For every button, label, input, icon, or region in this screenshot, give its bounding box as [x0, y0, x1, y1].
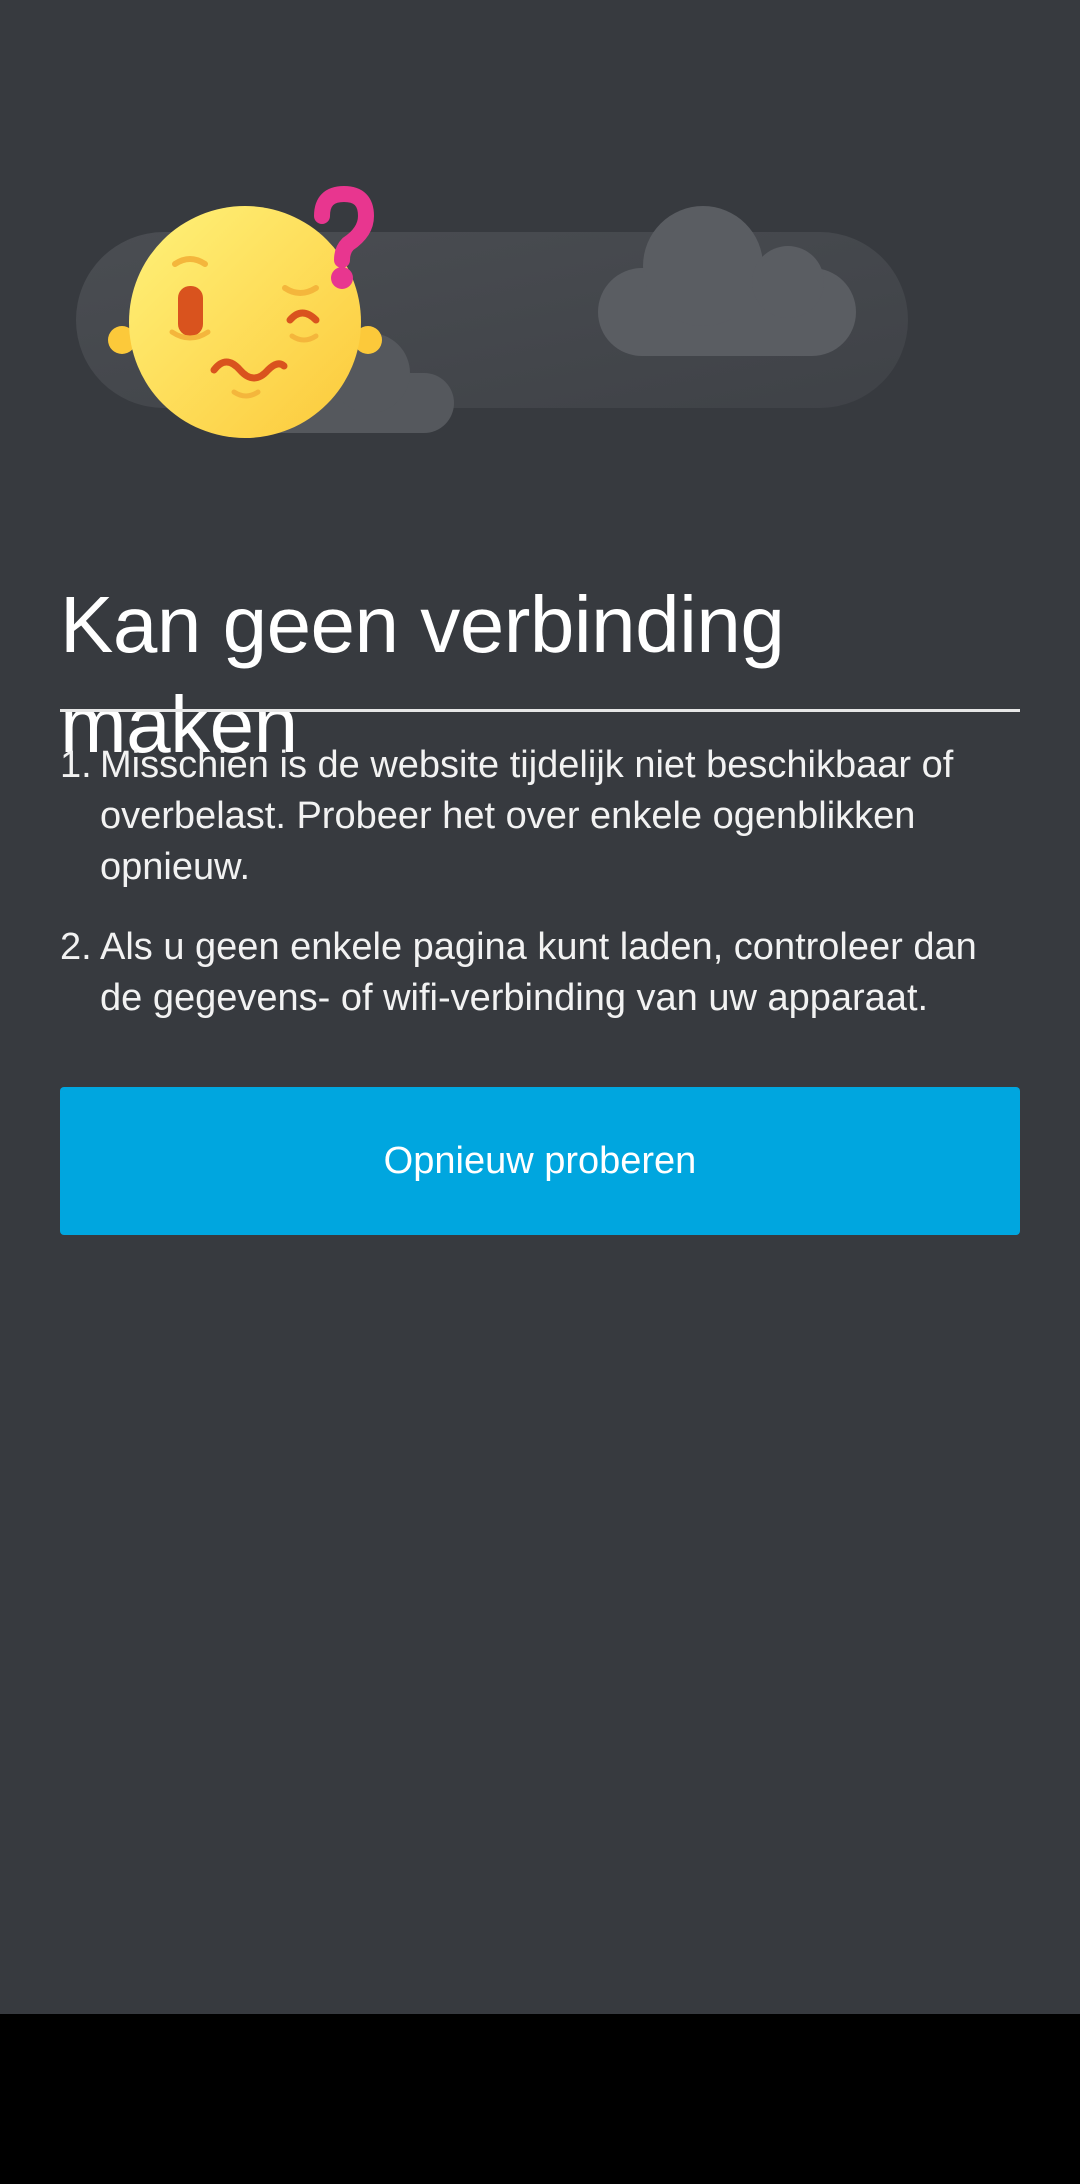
system-navigation-area	[0, 2014, 1080, 2184]
cloud-icon	[598, 206, 856, 356]
title-divider	[60, 709, 1020, 712]
list-item-text: Misschien is de website tijdelijk niet b…	[100, 744, 954, 888]
list-item-number: 2.	[60, 926, 92, 968]
retry-button[interactable]: Opnieuw proberen	[60, 1087, 1020, 1235]
list-item-text: Als u geen enkele pagina kunt laden, con…	[100, 926, 977, 1019]
list-item: 2. Als u geen enkele pagina kunt laden, …	[60, 922, 1020, 1024]
cloud-icons	[76, 185, 908, 438]
list-item-number: 1.	[60, 744, 92, 786]
list-item: 1. Misschien is de website tijdelijk nie…	[60, 740, 1020, 893]
error-screen: Kan geen verbinding maken 1. Misschien i…	[0, 0, 1080, 2014]
error-illustration	[60, 180, 940, 470]
troubleshooting-list: 1. Misschien is de website tijdelijk nie…	[60, 740, 1020, 1053]
